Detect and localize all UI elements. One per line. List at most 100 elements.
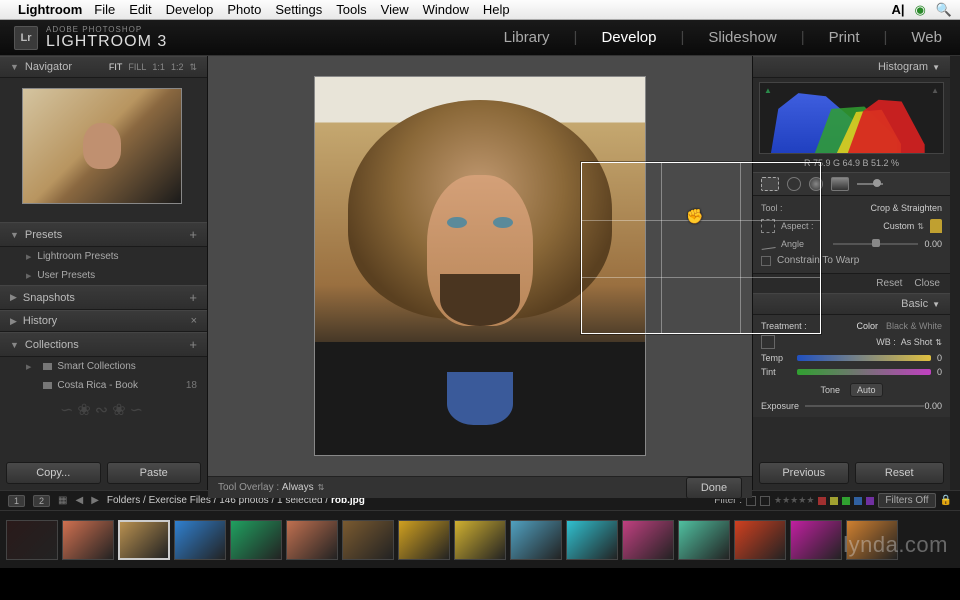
tint-slider[interactable]	[797, 369, 931, 375]
done-button[interactable]: Done	[686, 477, 742, 499]
exposure-slider[interactable]	[805, 405, 924, 407]
filmstrip-thumb[interactable]	[174, 520, 226, 560]
clear-history-button[interactable]: ×	[191, 315, 197, 327]
shadow-clip-icon[interactable]: ▲	[764, 86, 772, 95]
filmstrip[interactable]	[0, 510, 960, 568]
next-photo-icon[interactable]: ▶	[91, 495, 99, 506]
prev-photo-icon[interactable]: ◀	[75, 495, 83, 506]
menu-file[interactable]: File	[94, 2, 115, 17]
filmstrip-thumb[interactable]	[734, 520, 786, 560]
module-slideshow[interactable]: Slideshow	[704, 27, 780, 48]
angle-icon[interactable]	[760, 238, 775, 250]
temp-slider[interactable]	[797, 355, 931, 361]
zoom-1-1[interactable]: 1:1	[152, 62, 165, 73]
crop-close-button[interactable]: Close	[914, 278, 940, 289]
angle-slider[interactable]	[833, 243, 918, 245]
menu-edit[interactable]: Edit	[129, 2, 151, 17]
filmstrip-thumb[interactable]	[118, 520, 170, 560]
add-collection-button[interactable]: +	[189, 337, 197, 352]
paste-button[interactable]: Paste	[107, 462, 202, 484]
canvas-area[interactable]	[208, 56, 752, 476]
filmstrip-thumb[interactable]	[454, 520, 506, 560]
module-web[interactable]: Web	[907, 27, 946, 48]
treatment-color[interactable]: Color	[856, 321, 878, 331]
flag-rejected-icon[interactable]	[760, 496, 770, 506]
filmstrip-thumb[interactable]	[398, 520, 450, 560]
reset-button[interactable]: Reset	[855, 462, 945, 484]
basic-header[interactable]: Basic ▼	[753, 293, 950, 315]
treatment-bw[interactable]: Black & White	[886, 321, 942, 331]
adobe-icon[interactable]: A|	[891, 2, 904, 17]
constrain-checkbox[interactable]	[761, 256, 771, 266]
add-preset-button[interactable]: +	[189, 227, 197, 242]
preset-lightroom[interactable]: ▶Lightroom Presets	[0, 247, 207, 266]
color-yellow-filter[interactable]	[830, 497, 838, 505]
lock-icon[interactable]	[930, 219, 942, 233]
menu-settings[interactable]: Settings	[275, 2, 322, 17]
menu-help[interactable]: Help	[483, 2, 510, 17]
filmstrip-thumb[interactable]	[286, 520, 338, 560]
menu-tools[interactable]: Tools	[336, 2, 366, 17]
brush-tool-icon[interactable]	[857, 183, 883, 185]
collection-smart[interactable]: ▶Smart Collections	[0, 357, 207, 376]
filmstrip-thumb[interactable]	[566, 520, 618, 560]
tool-overlay-value[interactable]: Always	[282, 482, 314, 493]
eyedropper-icon[interactable]	[761, 335, 775, 349]
snapshots-header[interactable]: Snapshots +	[0, 285, 207, 310]
crop-tool-icon[interactable]	[761, 177, 779, 191]
status-icon[interactable]: ◉	[914, 2, 925, 18]
aspect-value[interactable]: Custom	[883, 221, 914, 231]
chevron-updown-icon[interactable]: ⇅	[189, 62, 197, 73]
menu-photo[interactable]: Photo	[227, 2, 261, 17]
filmstrip-thumb[interactable]	[230, 520, 282, 560]
aspect-icon[interactable]	[761, 219, 775, 233]
menu-develop[interactable]: Develop	[166, 2, 214, 17]
highlight-clip-icon[interactable]: ▲	[931, 86, 939, 95]
filmstrip-thumb[interactable]	[6, 520, 58, 560]
monitor-2-tab[interactable]: 2	[33, 495, 50, 507]
star-filter-icon[interactable]: ★★★★★	[774, 495, 814, 506]
module-develop[interactable]: Develop	[597, 27, 660, 48]
histogram-display[interactable]: ▲ ▲	[759, 82, 944, 154]
navigator-thumbnail[interactable]	[0, 78, 207, 222]
chevron-updown-icon[interactable]: ⇅	[935, 338, 942, 347]
histogram-header[interactable]: Histogram ▼	[753, 56, 950, 78]
filmstrip-thumb[interactable]	[790, 520, 842, 560]
app-menu[interactable]: Lightroom	[18, 2, 82, 17]
filmstrip-thumb[interactable]	[342, 520, 394, 560]
navigator-header[interactable]: Navigator FIT FILL 1:1 1:2 ⇅	[0, 56, 207, 78]
crop-reset-button[interactable]: Reset	[876, 278, 902, 289]
menu-view[interactable]: View	[381, 2, 409, 17]
color-purple-filter[interactable]	[866, 497, 874, 505]
chevron-updown-icon[interactable]: ⇅	[318, 483, 325, 492]
preset-user[interactable]: ▶User Presets	[0, 266, 207, 285]
redeye-tool-icon[interactable]	[809, 177, 823, 191]
presets-header[interactable]: Presets +	[0, 222, 207, 247]
add-snapshot-button[interactable]: +	[189, 290, 197, 305]
filmstrip-thumb[interactable]	[510, 520, 562, 560]
chevron-updown-icon[interactable]: ⇅	[917, 222, 924, 231]
color-green-filter[interactable]	[842, 497, 850, 505]
color-red-filter[interactable]	[818, 497, 826, 505]
monitor-1-tab[interactable]: 1	[8, 495, 25, 507]
menu-window[interactable]: Window	[423, 2, 469, 17]
spotlight-icon[interactable]: 🔍	[936, 2, 952, 18]
filmstrip-thumb[interactable]	[678, 520, 730, 560]
filmstrip-thumb[interactable]	[62, 520, 114, 560]
right-scrollbar[interactable]	[950, 56, 960, 490]
zoom-1-2[interactable]: 1:2	[171, 62, 184, 73]
history-header[interactable]: History ×	[0, 310, 207, 332]
module-print[interactable]: Print	[825, 27, 864, 48]
filter-lock-icon[interactable]: 🔒	[940, 495, 952, 506]
filmstrip-thumb[interactable]	[846, 520, 898, 560]
auto-tone-button[interactable]: Auto	[850, 383, 883, 397]
zoom-fit[interactable]: FIT	[109, 62, 123, 73]
collections-header[interactable]: Collections +	[0, 332, 207, 357]
previous-button[interactable]: Previous	[759, 462, 849, 484]
copy-button[interactable]: Copy...	[6, 462, 101, 484]
spot-tool-icon[interactable]	[787, 177, 801, 191]
filmstrip-thumb[interactable]	[622, 520, 674, 560]
gradient-tool-icon[interactable]	[831, 177, 849, 191]
grid-view-icon[interactable]: ▦	[58, 495, 67, 506]
main-photo[interactable]	[314, 76, 646, 456]
